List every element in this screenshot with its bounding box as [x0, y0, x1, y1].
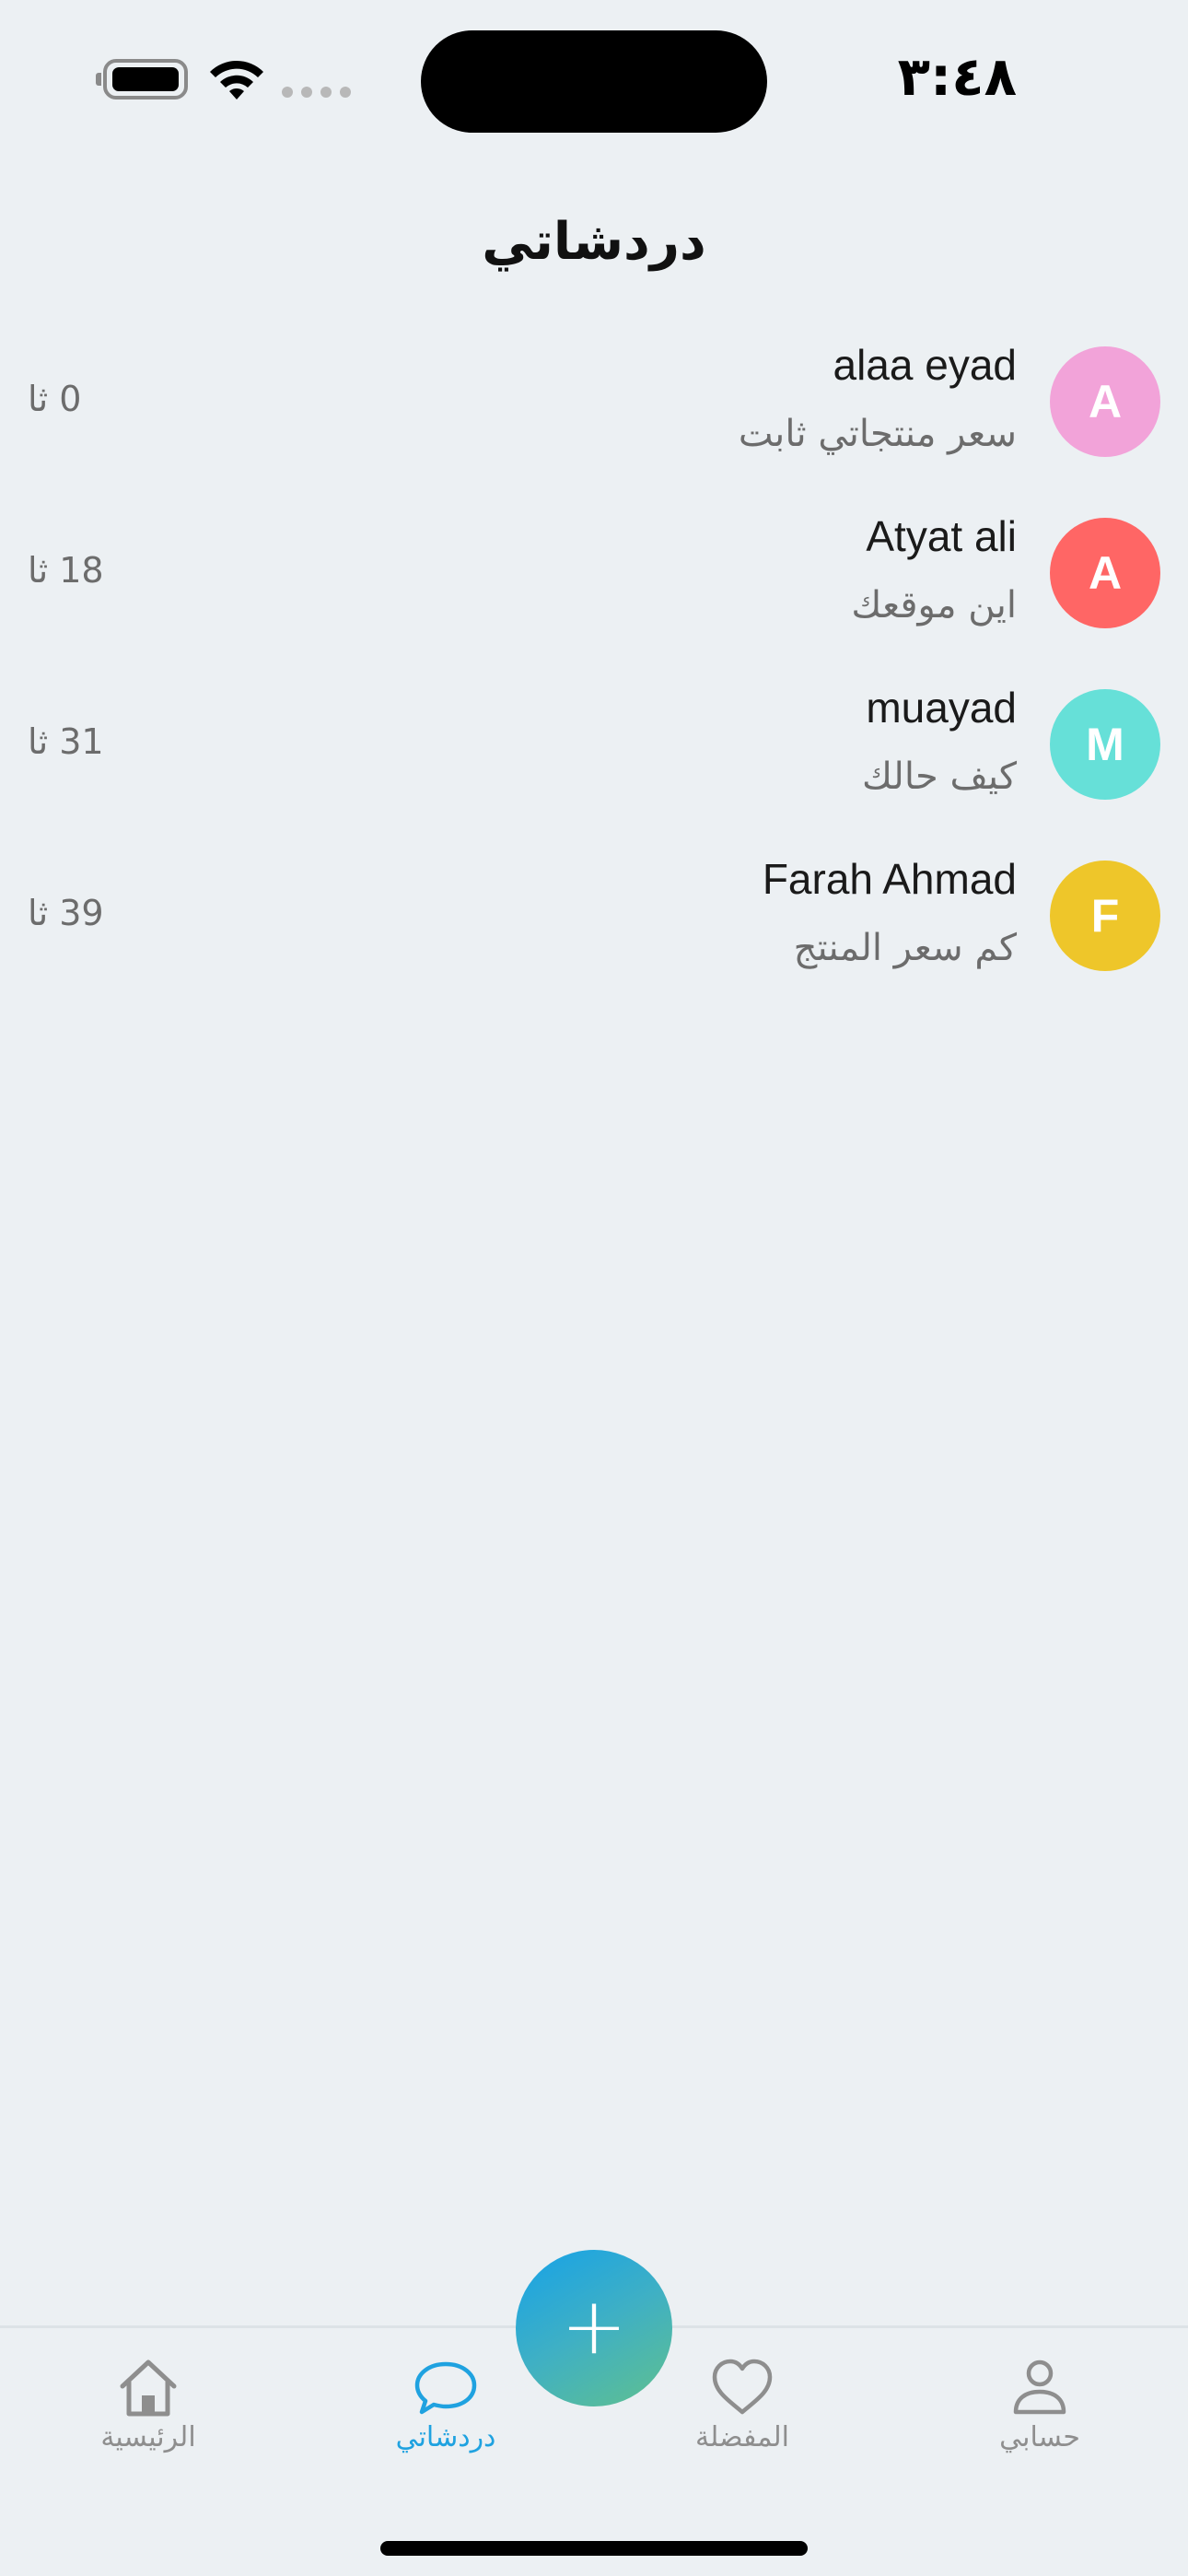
- chat-item[interactable]: A Atyat ali اين موقعك 18 ثا: [0, 512, 1188, 685]
- tab-label: الرئيسية: [100, 2421, 196, 2453]
- chat-last-message: سعر منتجاتي ثابت: [738, 413, 1017, 455]
- tab-home[interactable]: الرئيسية: [29, 2340, 268, 2460]
- avatar[interactable]: A: [1050, 518, 1160, 628]
- chat-bubble-icon: [414, 2361, 477, 2415]
- chat-name: Atyat ali: [866, 512, 1017, 560]
- wifi-icon: [210, 60, 263, 100]
- avatar[interactable]: A: [1050, 346, 1160, 457]
- chat-last-message: كيف حالك: [861, 755, 1017, 798]
- heart-icon: [712, 2359, 773, 2415]
- battery-icon: [96, 59, 188, 100]
- new-chat-button[interactable]: +: [516, 2250, 672, 2406]
- chat-time: 39 ثا: [28, 893, 104, 933]
- chat-item[interactable]: F Farah Ahmad كم سعر المنتج 39 ثا: [0, 855, 1188, 1028]
- status-time: ٣:٤٨: [897, 45, 1017, 108]
- chat-name: muayad: [866, 684, 1017, 732]
- page-title: دردشاتي: [482, 212, 706, 272]
- chat-list: A alaa eyad سعر منتجاتي ثابت 0 ثا A Atya…: [0, 341, 1188, 1028]
- dynamic-island: [421, 30, 767, 133]
- chat-name: alaa eyad: [833, 341, 1018, 389]
- signal-icon: [282, 87, 351, 98]
- chat-time: 31 ثا: [28, 721, 104, 762]
- chat-last-message: اين موقعك: [851, 584, 1017, 626]
- avatar[interactable]: M: [1050, 689, 1160, 800]
- chat-item[interactable]: A alaa eyad سعر منتجاتي ثابت 0 ثا: [0, 341, 1188, 514]
- tab-account[interactable]: حسابي: [920, 2340, 1159, 2460]
- user-icon: [1013, 2359, 1066, 2415]
- plus-icon: +: [560, 2280, 628, 2372]
- avatar[interactable]: F: [1050, 861, 1160, 971]
- home-indicator: [380, 2541, 808, 2556]
- chat-item[interactable]: M muayad كيف حالك 31 ثا: [0, 684, 1188, 857]
- tab-label: المفضلة: [694, 2421, 790, 2453]
- tab-label: دردشاتي: [395, 2421, 496, 2453]
- chat-time: 18 ثا: [28, 550, 104, 591]
- tab-label: حسابي: [999, 2421, 1080, 2453]
- chat-time: 0 ثا: [28, 379, 82, 419]
- chat-last-message: كم سعر المنتج: [793, 927, 1017, 969]
- chat-name: Farah Ahmad: [762, 855, 1017, 903]
- home-icon: [120, 2359, 177, 2417]
